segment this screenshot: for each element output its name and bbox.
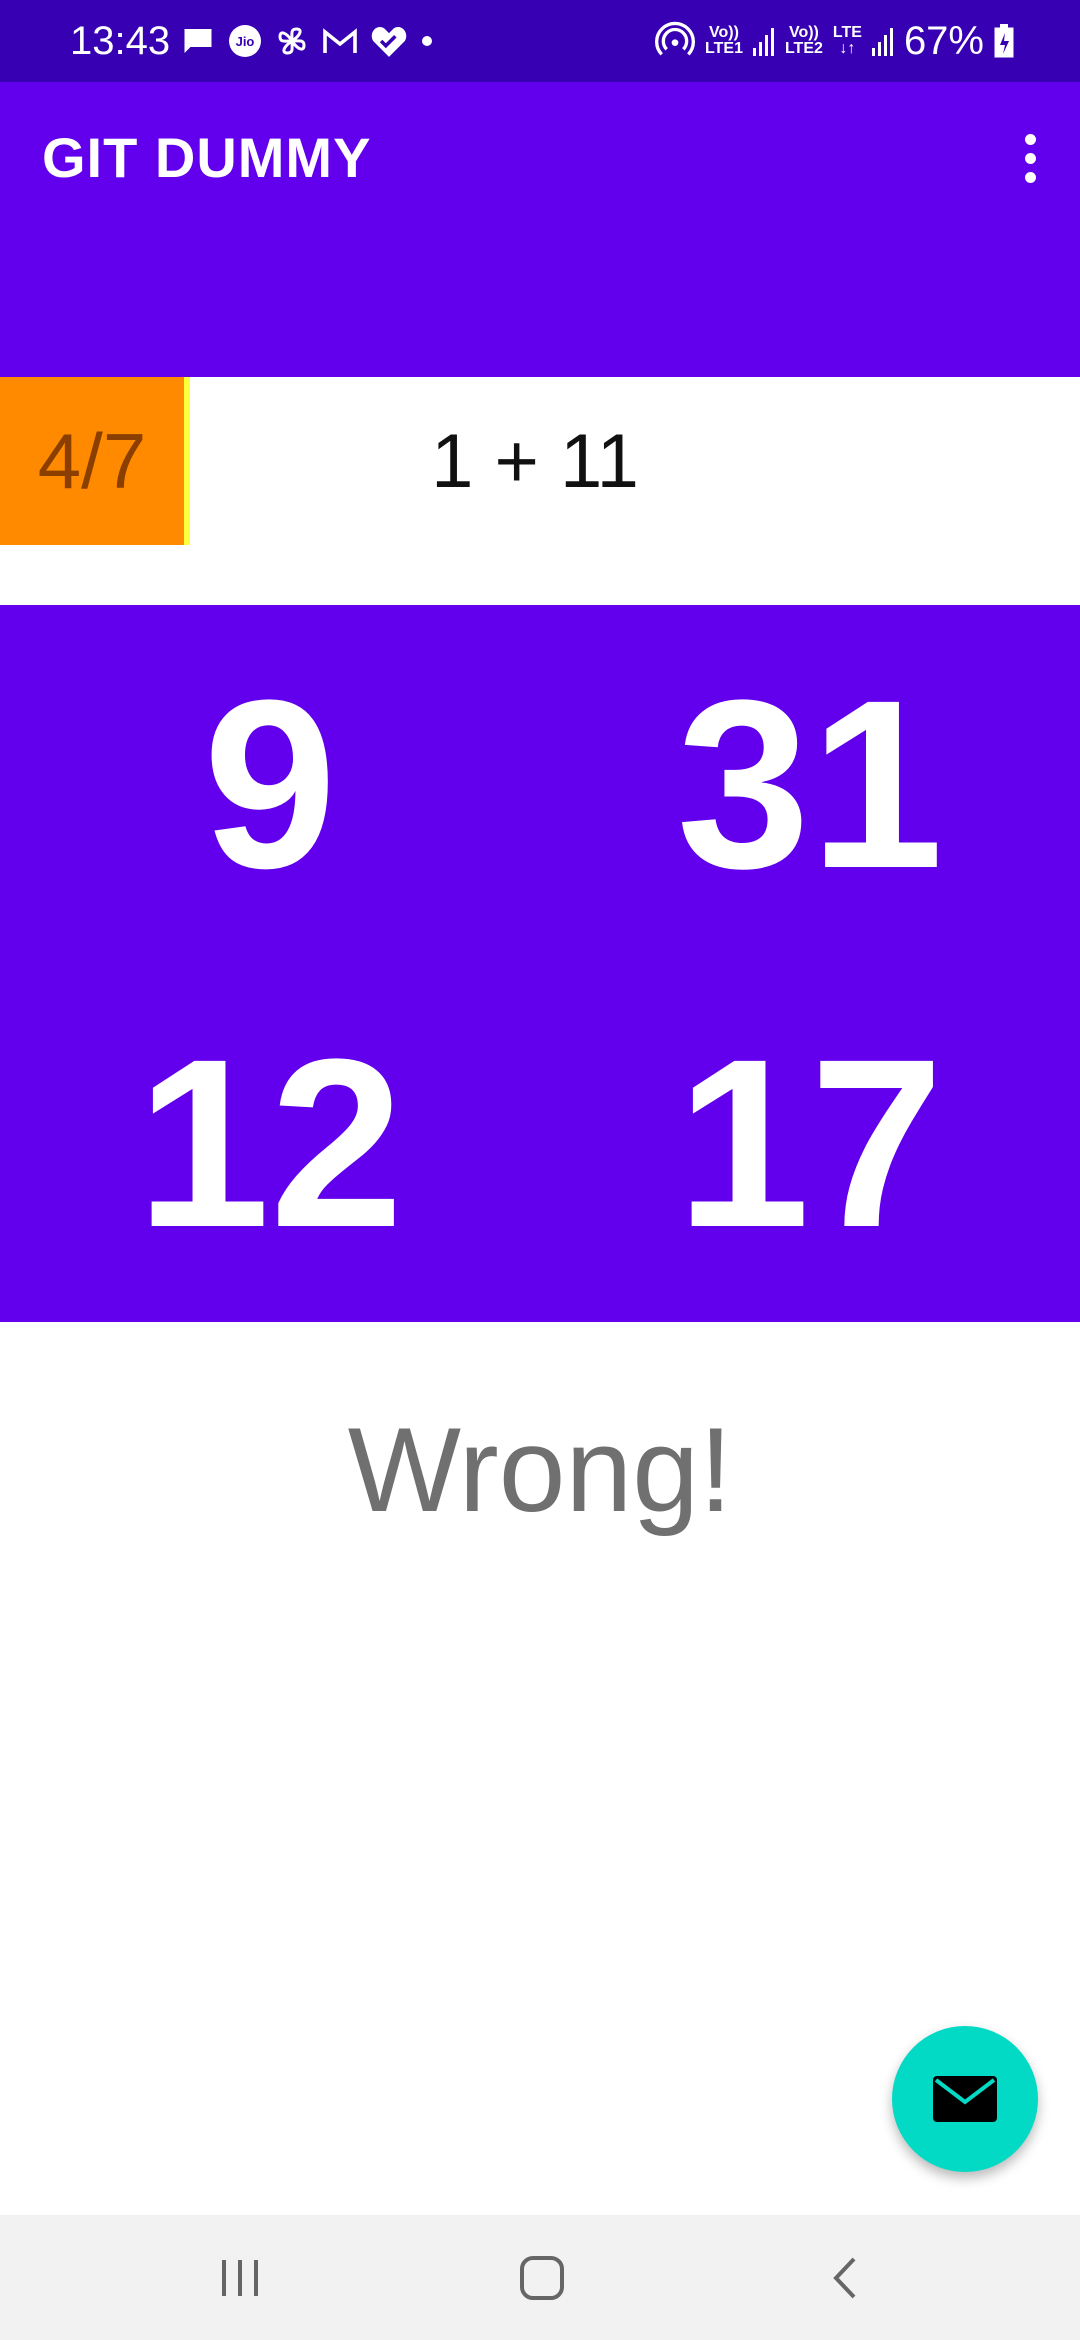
battery-percent: 67%: [903, 19, 984, 63]
email-fab-button[interactable]: [892, 2026, 1038, 2172]
status-bar: 13:43 Jio Vo)) LTE1 Vo)) LTE2 LTE ↓↑ 67%: [0, 0, 1080, 82]
answer-label: 17: [676, 1008, 944, 1277]
navigation-bar: [0, 2215, 1080, 2340]
score-text: 4/7: [37, 417, 147, 505]
hotspot-icon: [655, 21, 696, 61]
net1-lte: LTE1: [705, 40, 743, 57]
answer-label: 9: [203, 650, 337, 919]
more-vert-dot: [1024, 171, 1036, 183]
lte-text: LTE: [832, 24, 862, 41]
home-icon: [520, 2255, 564, 2300]
signal-icon-2: [871, 26, 894, 56]
answer-label: 31: [676, 650, 944, 919]
gmail-icon: [322, 26, 358, 56]
recent-apps-button[interactable]: [140, 2215, 340, 2340]
app-title: GIT DUMMY: [42, 126, 372, 189]
network-1-label: Vo)) LTE1: [705, 25, 743, 57]
overflow-menu-button[interactable]: [1000, 118, 1060, 198]
status-time: 13:43: [70, 19, 171, 63]
health-icon: [370, 23, 408, 59]
net1-volte: Vo)): [709, 24, 739, 41]
recent-apps-icon: [222, 2259, 258, 2296]
back-button[interactable]: [745, 2215, 945, 2340]
lte-data-label: LTE ↓↑: [833, 25, 862, 57]
app-bar: GIT DUMMY: [0, 82, 1080, 232]
answer-label: 12: [136, 1008, 404, 1277]
header-band: [0, 232, 1080, 377]
back-icon: [833, 2257, 856, 2298]
net2-volte: Vo)): [788, 24, 819, 41]
more-vert-icon: [1024, 133, 1036, 145]
network-2-label: Vo)) LTE2: [785, 25, 823, 57]
data-arrows-icon: ↓↑: [839, 40, 856, 57]
signal-icon: [752, 26, 775, 56]
answer-button-2[interactable]: 31: [540, 605, 1080, 964]
answer-button-1[interactable]: 9: [0, 605, 540, 964]
message-icon: [180, 23, 216, 59]
question-row: 4/7 1 + 11: [0, 377, 1080, 545]
mail-icon: [933, 2076, 997, 2122]
pinwheel-icon: [274, 23, 310, 59]
answer-button-3[interactable]: 12: [0, 964, 540, 1323]
battery-icon: [994, 24, 1014, 58]
net2-lte: LTE2: [784, 40, 823, 57]
dot-icon: [420, 34, 434, 48]
question-expression: 1 + 11: [431, 418, 639, 504]
answer-button-4[interactable]: 17: [540, 964, 1080, 1323]
jio-text: Jio: [236, 34, 255, 49]
score-box: 4/7: [0, 377, 190, 545]
system-status-icons: Vo)) LTE1 Vo)) LTE2 LTE ↓↑ 67%: [655, 14, 1014, 68]
notification-icons: Jio: [180, 18, 434, 64]
result-message: Wrong!: [347, 1403, 733, 1537]
more-vert-dot: [1024, 152, 1036, 164]
home-button[interactable]: [442, 2215, 642, 2340]
jio-icon: Jio: [228, 24, 262, 58]
answers-grid: 9 31 12 17: [0, 605, 1080, 1322]
